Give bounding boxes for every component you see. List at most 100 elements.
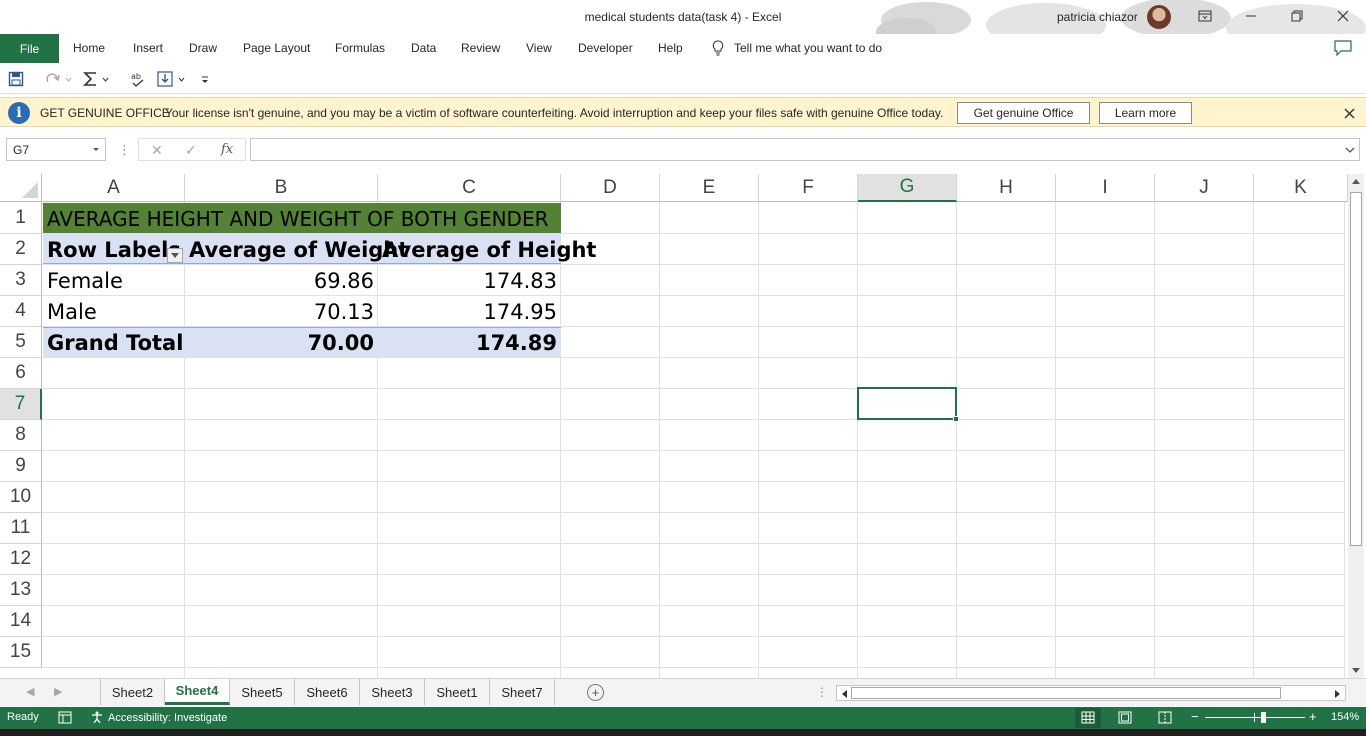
- name-box[interactable]: G7: [6, 138, 106, 161]
- get-genuine-office-button[interactable]: Get genuine Office: [957, 102, 1090, 124]
- column-header-f[interactable]: F: [759, 174, 858, 202]
- active-cell-g7[interactable]: [857, 387, 957, 420]
- redo-button[interactable]: [44, 71, 72, 87]
- ribbon-display-options-button[interactable]: [1194, 6, 1216, 26]
- column-header-h[interactable]: H: [957, 174, 1056, 202]
- tab-developer[interactable]: Developer: [578, 41, 633, 55]
- formula-input[interactable]: [250, 138, 1360, 161]
- scroll-right-icon[interactable]: [1334, 689, 1342, 699]
- insert-function-button[interactable]: fx: [221, 142, 233, 157]
- minimize-button[interactable]: [1240, 6, 1262, 26]
- row-header-8[interactable]: 8: [0, 420, 42, 451]
- column-header-b[interactable]: B: [185, 174, 378, 202]
- select-all-button[interactable]: [0, 174, 42, 202]
- sheet-tab-sheet6[interactable]: Sheet6: [295, 679, 360, 705]
- column-header-g[interactable]: G: [858, 174, 957, 202]
- tab-view[interactable]: View: [526, 41, 552, 55]
- customize-qat-button[interactable]: [200, 71, 210, 87]
- row-header-9[interactable]: 9: [0, 451, 42, 482]
- cell-b2-average-weight-header[interactable]: Average of Weight: [185, 234, 408, 265]
- row-header-15[interactable]: 15: [0, 637, 42, 668]
- column-header-a[interactable]: A: [43, 174, 185, 202]
- worksheet-grid[interactable]: A B C D E F G H I J K 1 2 3 4 5 6 7 8 9 …: [0, 174, 1348, 678]
- row-header-2[interactable]: 2: [0, 234, 42, 265]
- cell-a2-row-labels[interactable]: Row Labels: [43, 234, 185, 265]
- cell-c5-total-height[interactable]: 174.89: [378, 327, 561, 358]
- page-layout-view-icon[interactable]: [1118, 711, 1132, 724]
- user-name[interactable]: patricia chiazor: [1057, 10, 1138, 24]
- scroll-left-icon[interactable]: [840, 689, 848, 699]
- row-header-6[interactable]: 6: [0, 358, 42, 389]
- restore-button[interactable]: [1286, 6, 1308, 26]
- page-break-preview-icon[interactable]: [1158, 711, 1172, 724]
- scroll-down-icon[interactable]: [1351, 667, 1361, 675]
- row-header-1[interactable]: 1: [0, 203, 42, 234]
- message-close-button[interactable]: [1340, 104, 1358, 122]
- previous-sheet-icon[interactable]: ◀: [26, 685, 34, 698]
- column-header-k[interactable]: K: [1254, 174, 1348, 202]
- macro-record-icon[interactable]: [58, 711, 72, 724]
- horizontal-scroll-thumb[interactable]: [851, 687, 1281, 699]
- confirm-entry-icon[interactable]: ✓: [185, 142, 197, 159]
- tab-insert[interactable]: Insert: [133, 41, 163, 55]
- save-button[interactable]: [8, 71, 24, 87]
- tab-home[interactable]: Home: [73, 41, 105, 55]
- fill-handle[interactable]: [953, 416, 959, 422]
- close-window-button[interactable]: [1332, 6, 1354, 26]
- expand-formula-bar-icon[interactable]: [1345, 144, 1355, 156]
- cell-a1-pivot-title[interactable]: AVERAGE HEIGHT AND WEIGHT OF BOTH GENDER: [43, 203, 561, 234]
- scroll-up-icon[interactable]: [1351, 177, 1361, 185]
- zoom-in-icon[interactable]: +: [1309, 709, 1317, 724]
- row-header-10[interactable]: 10: [0, 482, 42, 513]
- row-header-13[interactable]: 13: [0, 575, 42, 606]
- vertical-scroll-thumb[interactable]: [1350, 192, 1362, 546]
- zoom-slider-thumb[interactable]: [1261, 712, 1266, 723]
- cell-c2-average-height-header[interactable]: Average of Height: [378, 234, 596, 265]
- add-sheet-button[interactable]: +: [587, 684, 604, 701]
- sheet-tab-sheet4[interactable]: Sheet4: [165, 679, 230, 705]
- sheet-tab-sheet3[interactable]: Sheet3: [360, 679, 425, 705]
- sheet-tab-sheet5[interactable]: Sheet5: [230, 679, 295, 705]
- row-header-5[interactable]: 5: [0, 327, 42, 358]
- tell-me-search[interactable]: Tell me what you want to do: [712, 40, 882, 56]
- tab-formulas[interactable]: Formulas: [335, 41, 385, 55]
- sheet-tab-sheet2[interactable]: Sheet2: [100, 679, 165, 705]
- splitter-grip-icon[interactable]: ⋮: [816, 685, 828, 699]
- sheet-tab-sheet1[interactable]: Sheet1: [425, 679, 490, 705]
- cell-a4-row-label[interactable]: Male: [43, 296, 185, 327]
- horizontal-scrollbar[interactable]: [836, 685, 1346, 701]
- accessibility-status[interactable]: Accessibility: Investigate: [90, 711, 227, 724]
- column-header-i[interactable]: I: [1056, 174, 1155, 202]
- row-header-7[interactable]: 7: [0, 389, 42, 420]
- row-header-11[interactable]: 11: [0, 513, 42, 544]
- tab-page-layout[interactable]: Page Layout: [243, 41, 310, 55]
- autosum-button[interactable]: [83, 71, 113, 87]
- row-header-14[interactable]: 14: [0, 606, 42, 637]
- tab-data[interactable]: Data: [411, 41, 436, 55]
- tab-file[interactable]: File: [0, 34, 59, 63]
- learn-more-button[interactable]: Learn more: [1099, 102, 1192, 124]
- row-header-12[interactable]: 12: [0, 544, 42, 575]
- spelling-button[interactable]: ab: [130, 71, 148, 87]
- row-header-3[interactable]: 3: [0, 265, 42, 296]
- tab-help[interactable]: Help: [658, 41, 683, 55]
- sort-button[interactable]: [157, 71, 189, 87]
- column-header-e[interactable]: E: [660, 174, 759, 202]
- cell-a3-row-label[interactable]: Female: [43, 265, 185, 296]
- column-header-j[interactable]: J: [1155, 174, 1254, 202]
- avatar[interactable]: [1147, 5, 1171, 29]
- cell-b4-weight[interactable]: 70.13: [185, 296, 378, 327]
- comments-button[interactable]: [1334, 40, 1352, 59]
- zoom-slider[interactable]: [1205, 717, 1305, 718]
- tab-review[interactable]: Review: [461, 41, 500, 55]
- column-header-d[interactable]: D: [561, 174, 660, 202]
- zoom-level[interactable]: 154%: [1331, 711, 1359, 723]
- cell-b5-total-weight[interactable]: 70.00: [185, 327, 378, 358]
- cell-c3-height[interactable]: 174.83: [378, 265, 561, 296]
- zoom-out-icon[interactable]: −: [1191, 709, 1199, 724]
- cell-b3-weight[interactable]: 69.86: [185, 265, 378, 296]
- cell-a5-grand-total[interactable]: Grand Total: [43, 327, 185, 358]
- sheet-tab-sheet7[interactable]: Sheet7: [490, 679, 555, 705]
- row-labels-filter-button[interactable]: [167, 248, 183, 263]
- row-header-4[interactable]: 4: [0, 296, 42, 327]
